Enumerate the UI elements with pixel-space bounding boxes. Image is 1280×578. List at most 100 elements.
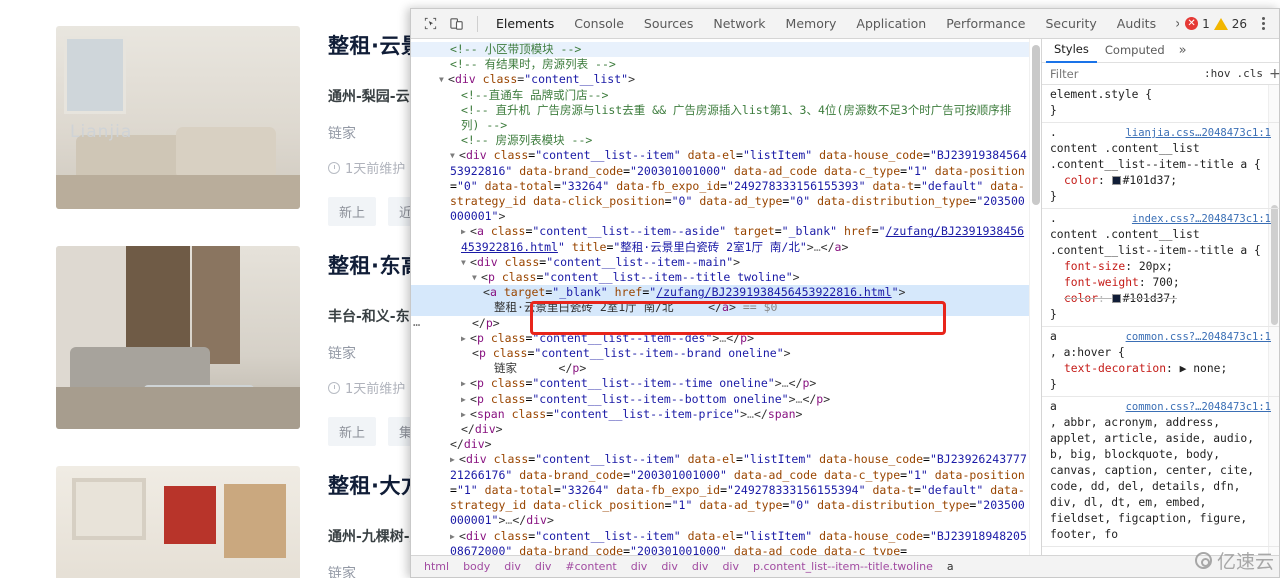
dom-tree-line[interactable]: ▼ <p class="content__list--item--title tw… bbox=[411, 270, 1041, 285]
tab-styles[interactable]: Styles bbox=[1046, 38, 1097, 63]
breadcrumb[interactable]: html body div div #content div div div div p.cont… bbox=[411, 555, 1279, 577]
listing-tag: 新上 bbox=[328, 417, 377, 446]
listing-thumbnail[interactable] bbox=[56, 246, 300, 429]
style-origin-link[interactable]: index.css?…2048473c1:1 bbox=[1132, 211, 1271, 227]
listing-time-label: 1天前维护 bbox=[345, 382, 406, 397]
style-rule[interactable]: common.css?…2048473c1:1 a , abbr, acronym… bbox=[1042, 397, 1279, 547]
dom-tree-line[interactable]: </div> bbox=[411, 437, 1041, 452]
breadcrumb-item[interactable]: div bbox=[654, 560, 685, 573]
devtools-tab-list: Elements Console Sources Network Memory … bbox=[486, 9, 1179, 39]
dom-tree-line[interactable]: </p> bbox=[411, 316, 1041, 331]
issue-counters[interactable]: ✕ 1 26 bbox=[1179, 17, 1253, 31]
error-icon: ✕ bbox=[1185, 17, 1199, 30]
breadcrumb-item[interactable]: div bbox=[528, 560, 559, 573]
style-rule[interactable]: common.css?…2048473c1:1 a , a:hover {text… bbox=[1042, 327, 1279, 397]
style-rule[interactable]: lianjia.css…2048473c1:1. content .conten… bbox=[1042, 123, 1279, 209]
dom-tree-line[interactable]: <!--直通车 品牌或门店--> bbox=[411, 88, 1041, 103]
breadcrumb-item[interactable]: p.content_list--item--title.twoline bbox=[746, 560, 940, 573]
breadcrumb-item[interactable]: a bbox=[940, 560, 961, 573]
styles-filter-input[interactable] bbox=[1048, 65, 1198, 82]
listing-tag: 新上 bbox=[328, 197, 377, 226]
style-origin-link[interactable]: common.css?…2048473c1:1 bbox=[1126, 329, 1271, 345]
inspect-cursor-icon[interactable] bbox=[417, 12, 443, 36]
style-declaration[interactable]: font-size: 20px; bbox=[1050, 259, 1271, 275]
devtools-body: … <!-- 小区带顶模块 --> <!-- 有结果时，房源列表 --> ▼ <div… bbox=[411, 38, 1280, 555]
style-rule[interactable]: element.style {} bbox=[1042, 85, 1279, 123]
dom-tree-pane[interactable]: … <!-- 小区带顶模块 --> <!-- 有结果时，房源列表 --> ▼ <div… bbox=[411, 39, 1041, 555]
more-tabs-icon[interactable]: » bbox=[1166, 16, 1179, 32]
breadcrumb-item[interactable]: div bbox=[624, 560, 655, 573]
style-rule[interactable]: index.css?…2048473c1:1. content .content… bbox=[1042, 209, 1279, 327]
tab-security[interactable]: Security bbox=[1035, 9, 1106, 38]
listing-time-label: 1天前维护 bbox=[345, 162, 406, 177]
tab-elements[interactable]: Elements bbox=[486, 9, 564, 38]
style-origin-link[interactable]: lianjia.css…2048473c1:1 bbox=[1126, 125, 1271, 141]
style-rule-close: } bbox=[1050, 308, 1057, 321]
cls-toggle[interactable]: .cls bbox=[1237, 67, 1264, 80]
dom-tree-line[interactable]: ▶ <a class="content__list--item--aside" t… bbox=[411, 224, 1041, 254]
dom-tree-line[interactable]: ▶ <p class="content__list--item--bottom o… bbox=[411, 392, 1041, 407]
dom-tree-line[interactable]: </div> bbox=[411, 422, 1041, 437]
style-rule-close: } bbox=[1050, 378, 1057, 391]
error-count: 1 bbox=[1202, 16, 1210, 31]
breadcrumb-item[interactable]: div bbox=[497, 560, 528, 573]
dom-tree-line[interactable]: ▶ <p class="content__list--item--des">…</… bbox=[411, 331, 1041, 346]
tab-network[interactable]: Network bbox=[703, 9, 775, 38]
watermark: 亿速云 bbox=[1194, 547, 1274, 574]
tab-sources[interactable]: Sources bbox=[634, 9, 703, 38]
tab-audits[interactable]: Audits bbox=[1107, 9, 1166, 38]
dom-tree-line[interactable]: <p class="content__list--item--brand one… bbox=[411, 346, 1041, 361]
dom-tree-line[interactable]: ▶ <p class="content__list--item--time one… bbox=[411, 376, 1041, 391]
dom-tree-line[interactable]: ▶ <div class="content__list--item" data-e… bbox=[411, 529, 1041, 556]
device-toolbar-icon[interactable] bbox=[443, 12, 469, 36]
dom-tree-line[interactable]: <a target="_blank" href="/zufang/BJ23919… bbox=[411, 285, 1041, 301]
style-declaration[interactable]: color: #101d37; bbox=[1050, 173, 1271, 189]
dom-scrollbar[interactable] bbox=[1029, 39, 1041, 555]
breadcrumb-item[interactable]: div bbox=[715, 560, 746, 573]
dom-tree-line[interactable]: <!-- 有结果时，房源列表 --> bbox=[411, 57, 1041, 72]
hov-toggle[interactable]: :hov bbox=[1204, 67, 1231, 80]
breadcrumb-item[interactable]: body bbox=[456, 560, 497, 573]
breadcrumb-item[interactable]: div bbox=[685, 560, 716, 573]
styles-pane: Styles Computed » :hov .cls + element.st… bbox=[1041, 38, 1280, 555]
tab-computed[interactable]: Computed bbox=[1097, 39, 1173, 62]
selected-row-marker: … bbox=[413, 315, 421, 329]
warning-icon bbox=[1213, 17, 1228, 30]
styles-more-icon[interactable]: » bbox=[1173, 43, 1193, 58]
dom-tree-line[interactable]: ▼ <div class="content__list--item--main"> bbox=[411, 255, 1041, 270]
screenshot-root: Lianjia 整租·云景里白瓷砖 2室1厅 南/北 通州-梨园-云景里 链家 … bbox=[0, 0, 1280, 578]
devtools-toolbar: Elements Console Sources Network Memory … bbox=[411, 9, 1279, 39]
dom-tree-line[interactable]: ▶ <div class="content__list--item" data-e… bbox=[411, 452, 1041, 528]
dom-tree-line[interactable]: <!-- 房源列表模块 --> bbox=[411, 133, 1041, 148]
style-rule-close: } bbox=[1050, 104, 1057, 117]
dom-tree-line[interactable]: ▶ <span class="content__list--item-price"… bbox=[411, 407, 1041, 422]
breadcrumb-item[interactable]: #content bbox=[558, 560, 623, 573]
tab-console[interactable]: Console bbox=[564, 9, 634, 38]
style-selector[interactable]: element.style { bbox=[1050, 87, 1271, 103]
dom-tree-line[interactable]: ▼ <div class="content__list--item" data-e… bbox=[411, 148, 1041, 224]
breadcrumb-item[interactable]: html bbox=[417, 560, 456, 573]
dom-tree-line[interactable]: <!-- 小区带顶模块 --> bbox=[411, 42, 1041, 58]
kebab-menu-icon[interactable] bbox=[1253, 17, 1273, 30]
style-declaration[interactable]: text-decoration: ▶ none; bbox=[1050, 361, 1271, 377]
tab-application[interactable]: Application bbox=[846, 9, 936, 38]
listing-thumbnail[interactable] bbox=[56, 466, 300, 578]
tab-performance[interactable]: Performance bbox=[936, 9, 1035, 38]
dom-tree-line[interactable]: ▼ <div class="content__list"> bbox=[411, 72, 1041, 87]
tab-memory[interactable]: Memory bbox=[776, 9, 847, 38]
dom-tree-line[interactable]: 整租·云景里白瓷砖 2室1厅 南/北 </a> == $0 bbox=[411, 300, 1041, 316]
style-selector[interactable]: a , abbr, acronym, address, applet, arti… bbox=[1050, 399, 1271, 543]
cloud-ring-icon bbox=[1194, 552, 1212, 569]
dom-tree-line[interactable]: 链家 </p> bbox=[411, 361, 1041, 376]
styles-rule-list[interactable]: element.style {} lianjia.css…2048473c1:1.… bbox=[1042, 85, 1279, 555]
warning-count: 26 bbox=[1231, 16, 1247, 31]
style-origin-link[interactable]: common.css?…2048473c1:1 bbox=[1126, 399, 1271, 415]
style-declaration[interactable]: font-weight: 700; bbox=[1050, 275, 1271, 291]
clock-icon bbox=[328, 161, 340, 174]
clock-icon bbox=[328, 381, 340, 394]
listing-thumbnail[interactable]: Lianjia bbox=[56, 26, 300, 209]
new-style-rule-button[interactable]: + bbox=[1269, 66, 1280, 82]
styles-filter-row: :hov .cls + bbox=[1042, 63, 1280, 85]
style-declaration[interactable]: color: #101d37; bbox=[1050, 291, 1271, 307]
dom-tree-line[interactable]: <!-- 直升机 广告房源与list去重 && 广告房源插入list第1、3、4… bbox=[411, 103, 1041, 133]
